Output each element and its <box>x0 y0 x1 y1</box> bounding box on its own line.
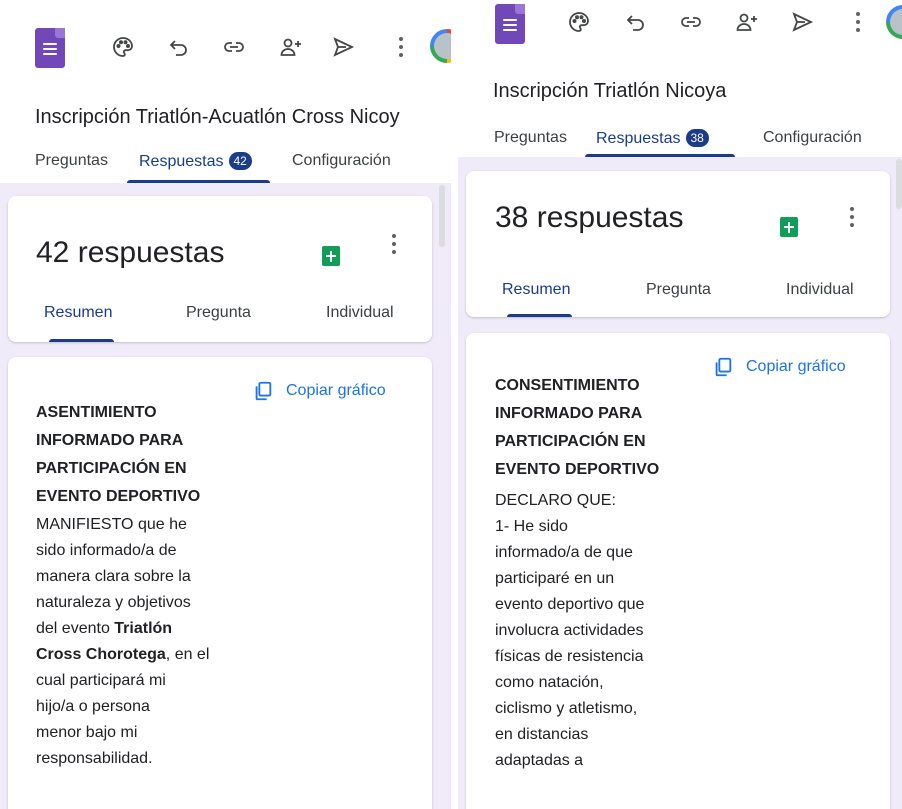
tab-responses[interactable]: Respuestas 38 <box>596 128 709 148</box>
tab-settings[interactable]: Configuración <box>763 129 862 147</box>
tab-questions[interactable]: Preguntas <box>494 129 567 147</box>
question-description: DECLARO QUE: 1- He sido informado/a de q… <box>495 492 645 769</box>
tab-settings[interactable]: Configuración <box>292 152 391 170</box>
more-vert-icon[interactable] <box>399 37 403 61</box>
undo-icon[interactable] <box>623 9 649 35</box>
tab-responses-label: Respuestas <box>596 129 681 147</box>
responses-count-badge: 42 <box>228 151 252 170</box>
toolbar <box>0 28 451 68</box>
link-icon[interactable] <box>678 9 704 35</box>
question-summary-card: Copiar gráfico ASENTIMIENTO INFORMADO PA… <box>8 357 432 809</box>
send-icon[interactable] <box>330 34 356 60</box>
form-tabs: Preguntas Respuestas 42 Configuración <box>0 149 451 173</box>
responses-canvas: 38 respuestas Resumen Pregunta Individua… <box>458 157 902 809</box>
undo-icon[interactable] <box>166 34 192 60</box>
avatar[interactable] <box>430 29 451 63</box>
more-vert-icon[interactable] <box>856 12 860 36</box>
tab-responses[interactable]: Respuestas 42 <box>139 151 252 171</box>
google-forms-logo[interactable] <box>495 4 525 44</box>
question-heading: CONSENTIMIENTO INFORMADO PARA PARTICIPAC… <box>495 377 660 478</box>
responses-header-card: 38 respuestas Resumen Pregunta Individua… <box>466 171 890 317</box>
tab-questions[interactable]: Preguntas <box>35 152 108 170</box>
left-screenshot: Inscripción Triatlón-Acuatlón Cross Nico… <box>0 0 451 809</box>
copy-chart-label: Copiar gráfico <box>746 358 846 375</box>
more-vert-icon[interactable] <box>850 207 854 231</box>
send-icon[interactable] <box>789 9 815 35</box>
form-title: Inscripción Triatlón-Acuatlón Cross Nico… <box>35 106 400 128</box>
copy-chart-label: Copiar gráfico <box>286 382 386 399</box>
palette-icon[interactable] <box>566 9 592 35</box>
responses-header-card: 42 respuestas Resumen Pregunta Individua… <box>8 196 432 342</box>
add-collaborator-icon[interactable] <box>278 34 304 60</box>
google-forms-logo[interactable] <box>35 28 65 68</box>
palette-icon[interactable] <box>110 34 136 60</box>
response-count-title: 38 respuestas <box>495 201 684 234</box>
scrollbar[interactable] <box>439 185 445 247</box>
subtab-individual[interactable]: Individual <box>326 304 394 322</box>
question-description: MANIFIESTO que he sido informado/a de ma… <box>36 516 210 767</box>
subtab-summary[interactable]: Resumen <box>502 281 570 299</box>
avatar[interactable] <box>886 5 902 39</box>
copy-icon <box>715 357 732 377</box>
question-summary-card: Copiar gráfico CONSENTIMIENTO INFORMADO … <box>466 333 890 809</box>
copy-chart-button[interactable]: Copiar gráfico <box>712 356 846 378</box>
responses-count-badge: 38 <box>685 128 709 147</box>
scrollbar[interactable] <box>896 159 902 209</box>
response-count-title: 42 respuestas <box>36 236 225 269</box>
add-collaborator-icon[interactable] <box>734 9 760 35</box>
google-sheets-icon[interactable] <box>780 217 798 237</box>
responses-canvas: 42 respuestas Resumen Pregunta Individua… <box>0 183 451 809</box>
subtab-question[interactable]: Pregunta <box>186 304 251 322</box>
more-vert-icon[interactable] <box>392 234 396 258</box>
subtab-individual[interactable]: Individual <box>786 281 854 299</box>
tab-responses-label: Respuestas <box>139 152 224 170</box>
subtab-summary[interactable]: Resumen <box>44 304 112 322</box>
toolbar <box>458 4 902 44</box>
form-title: Inscripción Triatlón Nicoya <box>493 80 727 102</box>
panel-divider <box>451 0 458 809</box>
question-heading: ASENTIMIENTO INFORMADO PARA PARTICIPACIÓ… <box>36 404 201 505</box>
right-screenshot: Inscripción Triatlón Nicoya Preguntas Re… <box>458 0 902 809</box>
subtab-summary-underline <box>507 314 572 317</box>
copy-icon <box>255 381 272 401</box>
subtab-summary-underline <box>49 339 114 342</box>
google-sheets-icon[interactable] <box>322 246 340 266</box>
form-tabs: Preguntas Respuestas 38 Configuración <box>458 126 902 150</box>
link-icon[interactable] <box>221 34 247 60</box>
copy-chart-button[interactable]: Copiar gráfico <box>252 380 386 402</box>
subtab-question[interactable]: Pregunta <box>646 281 711 299</box>
